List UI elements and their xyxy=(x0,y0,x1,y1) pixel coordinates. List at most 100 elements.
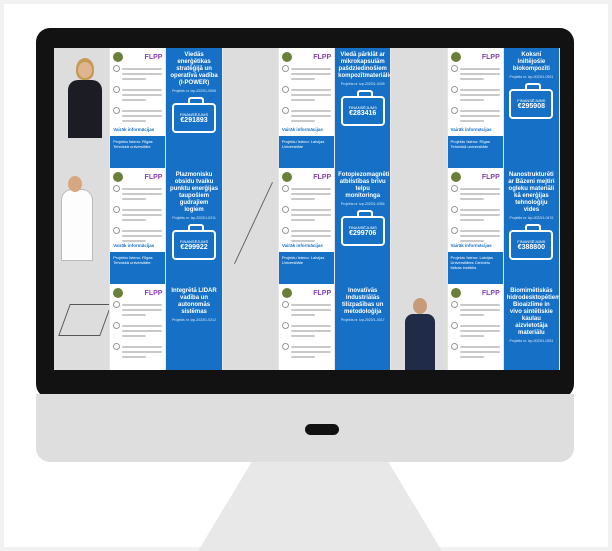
bulb-icon xyxy=(113,227,121,234)
bullet-row xyxy=(113,343,163,361)
project-title-tile: Nanostrukturēti ar Bāzeni mejtiri ogleku… xyxy=(503,168,560,284)
bullet-row xyxy=(113,206,163,224)
bulb-icon xyxy=(281,343,289,350)
project-title-tile: Fotopiezomagnētiskās atbilstības brīvu t… xyxy=(335,168,392,284)
photo-pollen xyxy=(222,48,279,168)
bullet-row xyxy=(450,65,500,83)
photo-robot-diagram xyxy=(54,284,111,370)
bulb-icon xyxy=(281,65,289,72)
info-tile: FLPP Projektu īsteno: Rīgas Tehniskā univ… xyxy=(110,168,167,284)
bullet-row xyxy=(450,107,500,125)
info-tile: FLPP xyxy=(278,284,336,370)
briefcase-icon: FINANSĒJUMS €295908 xyxy=(509,83,554,119)
bullet-row xyxy=(281,301,332,319)
project-title-tile: Viedā pārklāt ar mikrokapsulām pašdziedi… xyxy=(335,48,392,168)
man-head xyxy=(413,298,428,314)
bullet-row xyxy=(281,185,332,203)
bulb-icon xyxy=(450,107,458,114)
info-tile: FLPP Projektu īsteno: Rīgas Tehniskā univ… xyxy=(110,48,167,168)
brand-label: FLPP xyxy=(313,173,332,181)
info-tile: FLPP xyxy=(447,284,504,370)
more-info-label: Vairāk informācijas xyxy=(113,127,155,132)
bullet-row xyxy=(450,206,500,224)
brand-label: FLPP xyxy=(144,53,163,61)
project-title: Inovatīvās industriālās tilizpašības un … xyxy=(342,288,384,315)
project-number: Projekts nr. lzp-2023/1-0476 xyxy=(509,216,554,220)
photo-group xyxy=(391,168,448,284)
implementer-footer: Projektu īsteno: Rīgas Tehniskā universi… xyxy=(110,136,166,168)
project-title: Viedā pārklāt ar mikrokapsulām pašdziedi… xyxy=(338,52,390,79)
bulb-icon xyxy=(450,322,458,329)
briefcase-icon: FINANSĒJUMS €299922 xyxy=(172,224,217,260)
bulb-icon xyxy=(281,227,289,234)
funding-amount: €295908 xyxy=(517,103,545,110)
bullet-row xyxy=(281,65,332,83)
project-number: Projekts nr. lzp-2023/1-0281 xyxy=(509,339,554,343)
bulb-icon xyxy=(113,301,121,308)
bullet-row xyxy=(281,322,332,340)
bulb-icon xyxy=(113,86,121,93)
project-number: Projekts nr. lzp-2023/1-0391 xyxy=(509,75,554,79)
bullet-row xyxy=(450,185,500,203)
project-title-tile: Koksnī iniltējošie biokompozīti Projekts … xyxy=(503,48,560,168)
funding-amount: €299706 xyxy=(349,230,377,237)
bullet-row xyxy=(450,322,500,340)
bullet-row xyxy=(113,185,163,203)
project-title: Plazmonisku obsidu tvaiku punktu enerģij… xyxy=(170,172,219,213)
crest-icon xyxy=(113,172,124,182)
briefcase-icon: FINANSĒJUMS €299706 xyxy=(340,210,385,246)
funding-amount: €299922 xyxy=(180,244,208,251)
project-title-tile: Integrētā LIDAR vadība un autonomās sist… xyxy=(166,284,223,370)
more-info-label: Vairāk informācijas xyxy=(450,243,492,248)
bulb-icon xyxy=(450,185,458,192)
woman-head xyxy=(78,62,92,78)
implementer-footer: Projektu īsteno: Rīgas Tehniskā universi… xyxy=(110,252,166,284)
crest-icon xyxy=(450,52,461,62)
crest-icon xyxy=(281,52,292,62)
bullet-row xyxy=(281,206,332,224)
funding-amount: €291893 xyxy=(180,117,208,124)
project-number: Projekts nr. lzp-2023/1-0354 xyxy=(340,202,385,206)
lab-head xyxy=(68,176,82,192)
brand-label: FLPP xyxy=(144,173,163,181)
monitor-logo xyxy=(305,424,339,435)
photo-lab-researcher xyxy=(54,168,111,284)
funding-amount: €283416 xyxy=(349,110,377,117)
briefcase-icon: FINANSĒJUMS €291893 xyxy=(172,97,217,133)
bullet-row xyxy=(450,301,500,319)
photo-road xyxy=(222,284,279,370)
bullet-row xyxy=(281,107,332,125)
bulb-icon xyxy=(281,301,289,308)
bullet-row xyxy=(281,343,332,361)
implementer-footer: Projektu īsteno: Latvijas Universitātes … xyxy=(447,252,503,284)
bulb-icon xyxy=(281,107,289,114)
bullet-row xyxy=(113,322,163,340)
lab-coat xyxy=(62,190,92,260)
project-title: Viedās enerģētikas stratēģijā un operatī… xyxy=(170,52,218,86)
bulb-icon xyxy=(113,107,121,114)
more-info-label: Vairāk informācijas xyxy=(113,243,155,248)
crest-icon xyxy=(281,172,292,182)
bulb-icon xyxy=(450,227,458,234)
photo-tree xyxy=(391,48,448,168)
crest-icon xyxy=(113,288,124,298)
brand-label: FLPP xyxy=(481,173,500,181)
more-info-label: Vairāk informācijas xyxy=(450,127,492,132)
bullet-row xyxy=(113,107,163,125)
project-title: Koksnī iniltējošie biokompozīti xyxy=(512,52,550,72)
woman-body xyxy=(68,80,102,138)
project-number: Projekts nr. lzp-2023/1-0317 xyxy=(340,318,385,322)
project-number: Projekts nr. lzp-2023/1-0439 xyxy=(340,82,385,86)
crest-icon xyxy=(113,52,124,62)
bulb-icon xyxy=(450,301,458,308)
info-tile: FLPP Projektu īsteno: Latvijas Universitā… xyxy=(278,168,336,284)
info-tile: FLPP xyxy=(110,284,167,370)
briefcase-icon: FINANSĒJUMS €388800 xyxy=(509,224,554,260)
robot-arm xyxy=(58,304,110,336)
bulb-icon xyxy=(113,322,121,329)
bulb-icon xyxy=(450,65,458,72)
bullet-row xyxy=(113,86,163,104)
brand-label: FLPP xyxy=(481,289,500,297)
project-title: Nanostrukturēti ar Bāzeni mejtiri ogleku… xyxy=(508,172,555,213)
more-info-label: Vairāk informācijas xyxy=(281,127,323,132)
